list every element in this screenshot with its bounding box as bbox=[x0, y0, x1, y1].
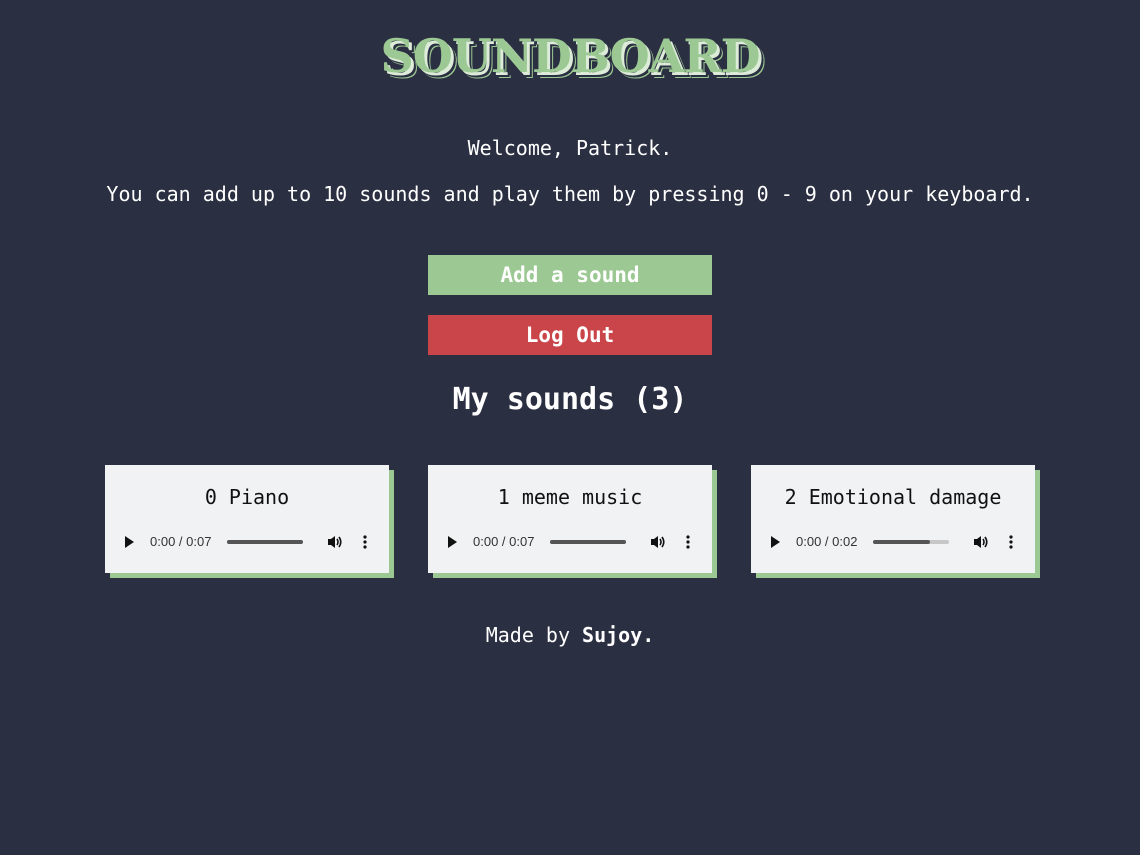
play-icon[interactable] bbox=[448, 536, 457, 548]
more-options-icon[interactable] bbox=[1009, 535, 1013, 549]
more-options-icon[interactable] bbox=[363, 535, 367, 549]
instructions-text: You can add up to 10 sounds and play the… bbox=[106, 182, 1034, 206]
audio-player: 0:00 / 0:02 bbox=[751, 527, 1035, 557]
volume-fill bbox=[227, 540, 303, 544]
author-link[interactable]: Sujoy. bbox=[582, 623, 654, 647]
play-icon[interactable] bbox=[771, 536, 780, 548]
audio-player: 0:00 / 0:07 bbox=[105, 527, 389, 557]
volume-fill bbox=[550, 540, 626, 544]
footer-prefix: Made by bbox=[485, 623, 583, 647]
log-out-button[interactable]: Log Out bbox=[428, 315, 712, 355]
volume-icon[interactable] bbox=[973, 535, 989, 549]
volume-icon[interactable] bbox=[650, 535, 666, 549]
welcome-message: Welcome, Patrick. bbox=[467, 136, 673, 160]
sound-title: 2 Emotional damage bbox=[784, 485, 1002, 509]
sound-card: 1 meme music 0:00 / 0:07 bbox=[428, 465, 712, 573]
progress-bar[interactable] bbox=[550, 540, 626, 544]
volume-fill bbox=[873, 540, 930, 544]
sound-card: 0 Piano 0:00 / 0:07 bbox=[105, 465, 389, 573]
play-icon[interactable] bbox=[125, 536, 134, 548]
sound-title: 0 Piano bbox=[204, 485, 290, 509]
footer: Made by Sujoy. bbox=[0, 623, 1140, 647]
time-display: 0:00 / 0:07 bbox=[150, 534, 212, 549]
app-logo: SOUNDBOARD bbox=[380, 29, 761, 83]
time-display: 0:00 / 0:02 bbox=[796, 534, 858, 549]
progress-bar[interactable] bbox=[227, 540, 303, 544]
progress-bar[interactable] bbox=[873, 540, 949, 544]
sound-card: 2 Emotional damage 0:00 / 0:02 bbox=[751, 465, 1035, 573]
my-sounds-heading: My sounds (3) bbox=[452, 382, 688, 417]
audio-player: 0:00 / 0:07 bbox=[428, 527, 712, 557]
more-options-icon[interactable] bbox=[686, 535, 690, 549]
sound-title: 1 meme music bbox=[497, 485, 643, 509]
time-display: 0:00 / 0:07 bbox=[473, 534, 535, 549]
volume-icon[interactable] bbox=[327, 535, 343, 549]
add-sound-button[interactable]: Add a sound bbox=[428, 255, 712, 295]
